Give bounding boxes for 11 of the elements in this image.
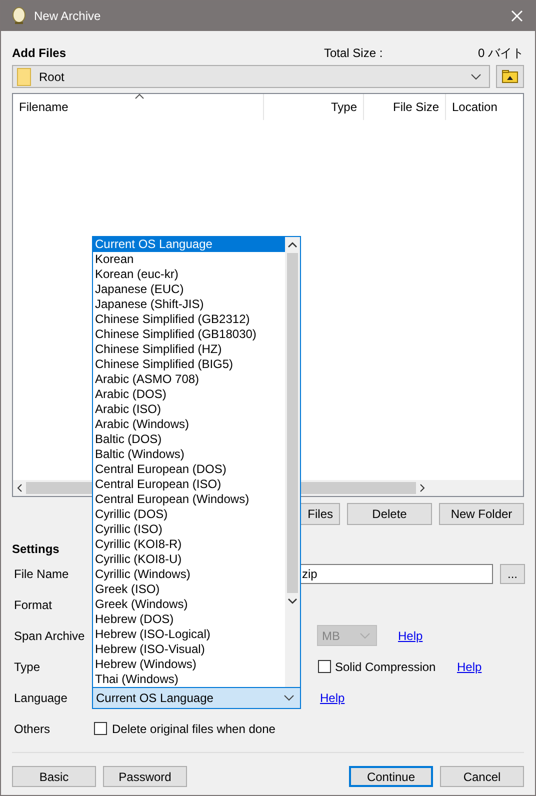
window-title: New Archive [34,9,102,23]
field-label: File Name [13,566,70,580]
field-label: Type [13,660,42,674]
field-label: Format [13,598,54,612]
section-heading: Settings [12,542,60,558]
section-heading: Add Files [12,46,66,60]
field-label: Others [13,722,52,736]
field-label: Span Archive [13,628,86,642]
field-label: Language [13,690,68,704]
total-size-value: 0 バイト [476,44,524,62]
total-size-label: Total Size : [324,46,384,60]
